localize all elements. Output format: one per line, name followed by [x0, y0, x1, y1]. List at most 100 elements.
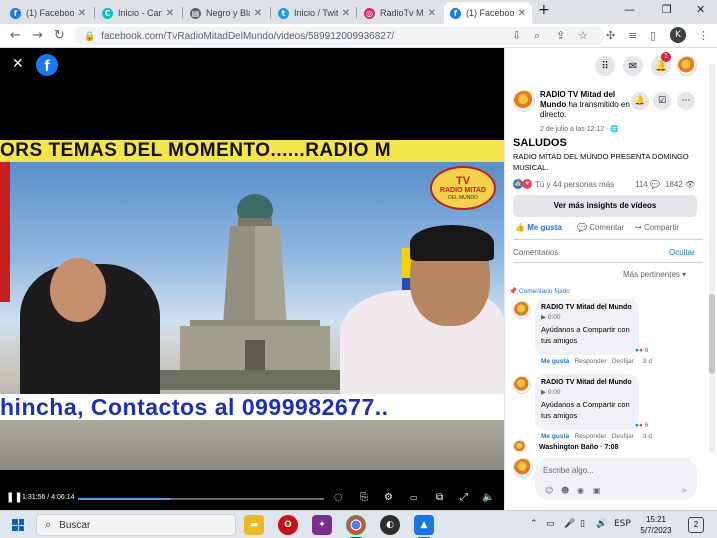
more-options-icon[interactable]: ··· [677, 92, 695, 110]
close-icon[interactable]: ✕ [254, 8, 262, 19]
browser-tab[interactable]: t Inicio / Twitter ✕ [272, 2, 356, 24]
chat-icon[interactable]: ◌ [334, 492, 343, 503]
comment-reply-link[interactable]: Responder [575, 433, 607, 440]
file-explorer-icon[interactable]: ▬ [244, 515, 264, 535]
facebook-logo-icon[interactable]: f [36, 54, 58, 76]
comment-timestamp[interactable]: ▶ 0:00 [541, 388, 633, 398]
profile-avatar[interactable]: K [670, 27, 686, 43]
comment-age[interactable]: 3 d [643, 433, 652, 440]
volume-icon[interactable]: 🔈 [482, 492, 494, 503]
language-indicator[interactable]: ESP [614, 519, 631, 529]
back-icon[interactable]: ← [10, 28, 21, 43]
obs-icon[interactable]: ◐ [380, 515, 400, 535]
comment-unpin-link[interactable]: Desfijar [612, 358, 634, 365]
post-date[interactable]: 2 de julio a las 12:12 · 🌐 [540, 125, 619, 133]
browser-tab[interactable]: f (1) Facebook ✕ [4, 2, 92, 24]
video-insights-button[interactable]: Ver más insights de vídeos [513, 195, 697, 217]
scrollbar[interactable] [709, 64, 715, 494]
address-bar[interactable]: 🔒 facebook.com/TvRadioMitadDelMundo/vide… [74, 27, 604, 45]
comment-author[interactable]: RADIO TV Mitad del Mundo [541, 303, 633, 313]
chrome-icon[interactable] [346, 515, 366, 538]
comment-reply-link[interactable]: Responder [575, 358, 607, 365]
windows-start-icon[interactable] [12, 519, 24, 531]
window-close-icon[interactable]: ✕ [696, 3, 705, 16]
progress-bar[interactable] [78, 498, 324, 500]
pause-icon[interactable]: ❚❚ [6, 492, 23, 503]
camera-icon[interactable]: ◉ [577, 486, 584, 495]
comment-timestamp[interactable]: ▶ 0:00 [541, 313, 633, 323]
account-avatar[interactable] [677, 56, 697, 76]
network-icon[interactable]: ▭ [546, 519, 555, 529]
browser-tab[interactable]: ◎ RadioTv Mitad ✕ [358, 2, 442, 24]
fullscreen-icon[interactable]: ⤢ [460, 492, 468, 503]
taskbar-clock[interactable]: 15:21 5/7/2023 [636, 514, 676, 536]
app-icon[interactable]: ✦ [312, 515, 332, 535]
comment-reactions[interactable]: ●● 6 [635, 422, 648, 429]
forward-icon[interactable]: → [32, 28, 43, 43]
mic-icon[interactable]: 🎤 [564, 519, 575, 529]
reading-list-icon[interactable]: ≡ [628, 29, 637, 42]
close-icon[interactable]: ✕ [342, 8, 350, 19]
opera-icon[interactable]: O [278, 515, 298, 535]
avatar-sticker-icon[interactable]: ☺ [545, 486, 553, 495]
close-icon[interactable]: ✕ [518, 8, 526, 19]
comment-like-link[interactable]: Me gusta [541, 358, 569, 365]
bell-icon[interactable]: 🔔 [631, 92, 649, 110]
comment-sort-dropdown[interactable]: Más pertinentes ▾ [623, 270, 686, 279]
taskbar-search[interactable]: ⌕ Buscar [36, 514, 236, 536]
like-button[interactable]: 👍 Me gusta [515, 223, 562, 232]
share-button[interactable]: ↪ Compartir [635, 223, 679, 232]
user-avatar[interactable] [513, 458, 533, 478]
close-icon[interactable]: ✕ [166, 8, 174, 19]
captions-icon[interactable]: ▭ [410, 493, 418, 502]
sidebar-icon[interactable]: ▯ [650, 29, 656, 42]
partial-comment-author[interactable]: Washington Baño · 7:08 [539, 444, 618, 451]
apps-grid-icon[interactable]: ⠿ [595, 56, 615, 76]
video-player[interactable]: ✕ f ORS TEMAS DEL MOMENTO......RADIO M T… [0, 48, 504, 510]
send-icon[interactable]: ➤ [681, 486, 688, 495]
zoom-icon[interactable]: ⌕ [534, 29, 540, 43]
messenger-icon[interactable]: ✉ [623, 56, 643, 76]
checklist-icon[interactable]: ☑ [653, 92, 671, 110]
close-icon[interactable]: ✕ [78, 8, 86, 19]
new-tab-button[interactable]: + [538, 2, 550, 18]
comment-reactions[interactable]: ●● 6 [635, 347, 648, 354]
bookmark-star-icon[interactable]: ☆ [578, 29, 588, 42]
photos-icon[interactable]: ▲ [414, 515, 434, 538]
extensions-icon[interactable]: ✣ [606, 29, 615, 42]
clip-icon[interactable]: ⎘ [360, 492, 368, 503]
share-icon[interactable]: ⇪ [556, 29, 565, 42]
comment-button[interactable]: 💬 Comentar [577, 223, 624, 232]
comment-input[interactable]: Escribe algo... ☺ ☻ ◉ ▣ ➤ [535, 458, 697, 500]
reactions-summary[interactable]: 👍 ♥ Tú y 44 personas más 114 💬 1842 👁 [513, 178, 713, 192]
scrollbar-thumb[interactable] [709, 294, 715, 374]
reload-icon[interactable]: ↻ [54, 28, 65, 43]
browser-tab-active[interactable]: f (1) Facebook ✕ [444, 2, 532, 24]
menu-icon[interactable]: ⋮ [698, 29, 709, 42]
maximize-icon[interactable]: ❐ [662, 3, 672, 16]
minimize-icon[interactable]: — [624, 3, 635, 16]
comment-avatar[interactable] [513, 301, 531, 319]
comment-count[interactable]: 114 💬 [635, 180, 660, 189]
hide-comments-link[interactable]: Ocultar [669, 248, 695, 257]
comment-like-link[interactable]: Me gusta [541, 433, 569, 440]
tray-chevron-icon[interactable]: ⌃ [530, 519, 538, 529]
notification-center[interactable]: 2 [688, 517, 704, 533]
speaker-icon[interactable]: 🔊 [596, 519, 607, 529]
settings-icon[interactable]: ⚙ [384, 492, 393, 503]
battery-icon[interactable]: ▯ [580, 519, 585, 529]
page-avatar[interactable] [513, 90, 535, 112]
close-icon[interactable]: ✕ [12, 56, 24, 72]
browser-tab[interactable]: ▤ Negro y Blanco ✕ [184, 2, 268, 24]
install-icon[interactable]: ⇩ [512, 29, 521, 42]
gif-icon[interactable]: ▣ [593, 486, 601, 495]
close-icon[interactable]: ✕ [428, 8, 436, 19]
comment-author[interactable]: RADIO TV Mitad del Mundo [541, 378, 633, 388]
comment-unpin-link[interactable]: Desfijar [612, 433, 634, 440]
browser-tab[interactable]: C Inicio - Canva ✕ [96, 2, 180, 24]
emoji-icon[interactable]: ☻ [561, 486, 569, 495]
comment-age[interactable]: 3 d [643, 358, 652, 365]
pip-icon[interactable]: ⧉ [436, 492, 443, 503]
comment-avatar[interactable] [513, 440, 527, 452]
comment-avatar[interactable] [513, 376, 531, 394]
